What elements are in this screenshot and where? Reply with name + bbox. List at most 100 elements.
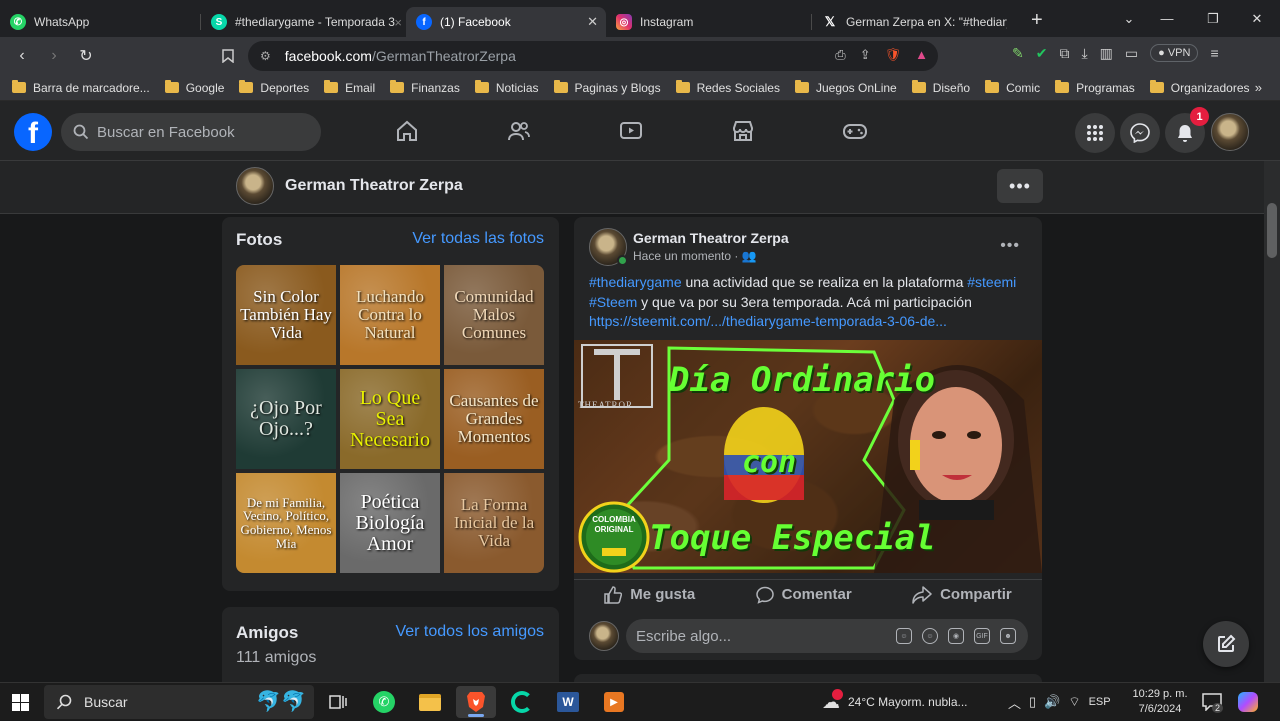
whatsapp-taskbar-icon[interactable]: ✆ [364, 686, 404, 718]
emoji-icon[interactable]: ☺ [922, 628, 938, 644]
search-input[interactable] [97, 123, 297, 141]
tab-instagram[interactable]: ◎ Instagram [606, 7, 811, 37]
hashtag-link[interactable]: #thediarygame [589, 274, 682, 290]
bookmark-folder[interactable]: Paginas y Blogs [553, 80, 661, 95]
steem-app-icon[interactable] [502, 686, 542, 718]
brave-browser-icon[interactable] [456, 686, 496, 718]
word-icon[interactable]: W [548, 686, 588, 718]
photo-thumbnail[interactable]: Comunidad Malos Comunes [444, 265, 544, 365]
media-player-icon[interactable]: ▶ [594, 686, 634, 718]
tab-x[interactable]: 𝕏 German Zerpa en X: "#thediaryg [812, 7, 1017, 37]
post-options-button[interactable]: ••• [1000, 237, 1020, 255]
sticker-icon[interactable]: ☻ [1000, 628, 1016, 644]
menu-icon[interactable]: ≡ [1210, 45, 1218, 61]
notifications-icon[interactable]: 1 [1165, 107, 1209, 153]
bookmark-folder[interactable]: Redes Sociales [675, 80, 780, 95]
clock[interactable]: 10:29 p. m. 7/6/2024 [1130, 683, 1190, 721]
bookmark-folder[interactable]: Programas [1055, 80, 1135, 95]
avatar[interactable] [236, 167, 274, 205]
minimize-icon[interactable]: — [1144, 0, 1190, 37]
wallet-icon[interactable]: ▭ [1125, 45, 1138, 62]
install-app-icon[interactable]: ⎙ [835, 47, 845, 63]
bookmark-folder[interactable]: Email [324, 80, 375, 95]
bookmark-folder[interactable]: Finanzas [390, 80, 460, 95]
battery-icon[interactable]: ▯ [1029, 694, 1036, 710]
like-button[interactable]: Me gusta [604, 585, 695, 604]
photo-thumbnail[interactable]: Causantes de Grandes Momentos [444, 369, 544, 469]
speaker-icon[interactable]: 🔊 [1044, 694, 1060, 710]
post-image[interactable]: THEATROR Día Ordinario con Toque Especia… [574, 340, 1042, 573]
brave-shields-icon[interactable]: 🛡 [885, 47, 902, 63]
comment-button[interactable]: Comentar [755, 586, 852, 604]
new-message-button[interactable] [1203, 621, 1249, 667]
photo-thumbnail[interactable]: ¿Ojo Por Ojo...? [236, 369, 336, 469]
bookmark-folder[interactable]: Noticias [474, 80, 539, 95]
tab-facebook[interactable]: f (1) Facebook ✕ [406, 7, 606, 37]
new-tab-icon[interactable]: + [1031, 9, 1043, 32]
see-all-photos-link[interactable]: Ver todas las fotos [412, 230, 544, 248]
comment-box[interactable]: ☺ ☺ ◉ GIF ☻ [626, 619, 1028, 653]
taskbar-search[interactable]: Buscar 🐬🐬 [44, 685, 314, 719]
download-icon[interactable]: ⤓ [1081, 45, 1087, 62]
photo-thumbnail[interactable]: Lo Que Sea Necesario [340, 369, 440, 469]
marketplace-icon[interactable] [723, 111, 763, 151]
photo-thumbnail[interactable]: Poética Biología Amor [340, 473, 440, 573]
bookmark-folder[interactable]: Organizadores [1149, 80, 1250, 95]
audience-friends-icon[interactable]: 👥 [742, 249, 757, 263]
photo-thumbnail[interactable]: Sin Color También Hay Vida [236, 265, 336, 365]
bookmarks-overflow-button[interactable]: » [1255, 80, 1262, 95]
avatar-sticker-icon[interactable]: ☺ [896, 628, 912, 644]
brave-rewards-icon[interactable]: ▲ [915, 47, 928, 63]
account-avatar[interactable] [1211, 113, 1249, 151]
bookmark-folder[interactable]: Deportes [239, 80, 309, 95]
facebook-logo[interactable]: f [14, 113, 52, 151]
forward-icon[interactable]: › [38, 40, 70, 72]
bookmark-folder[interactable]: Google [164, 80, 224, 95]
facebook-search[interactable] [61, 113, 321, 151]
tab-whatsapp[interactable]: ✆ WhatsApp [0, 7, 200, 37]
menu-grid-icon[interactable] [1075, 113, 1115, 153]
photo-thumbnail[interactable]: Luchando Contra lo Natural [340, 265, 440, 365]
sidebar-icon[interactable]: ▥ [1100, 45, 1113, 62]
wifi-icon[interactable]: ⌔ [1068, 694, 1080, 710]
friends-icon[interactable] [499, 111, 539, 151]
share-button[interactable]: Compartir [912, 585, 1012, 604]
commenter-avatar[interactable] [589, 621, 619, 651]
bookmark-icon[interactable] [212, 40, 244, 72]
file-explorer-icon[interactable] [410, 686, 450, 718]
see-all-friends-link[interactable]: Ver todos los amigos [395, 623, 544, 641]
windows-start-icon[interactable] [12, 694, 29, 716]
tab-steemit[interactable]: S #thediarygame - Temporada 3 - × [201, 7, 406, 37]
extensions-puzzle-icon[interactable]: ⧉ [1059, 45, 1069, 62]
close-icon[interactable]: × [394, 15, 402, 30]
profile-name[interactable]: German Theatror Zerpa [285, 177, 463, 195]
scrollbar-thumb[interactable] [1267, 203, 1277, 258]
hashtag-link[interactable]: #Steem [589, 294, 637, 310]
language-indicator[interactable]: ESP [1089, 696, 1111, 708]
camera-icon[interactable]: ◉ [948, 628, 964, 644]
more-options-button[interactable]: ••• [997, 169, 1043, 203]
home-icon[interactable] [387, 111, 427, 151]
page-scrollbar[interactable] [1264, 161, 1280, 682]
vpn-button[interactable]: ● VPN [1150, 44, 1199, 62]
site-info-icon[interactable]: ⚙ [260, 49, 271, 63]
bookmark-folder[interactable]: Diseño [911, 80, 970, 95]
security-shield-icon[interactable]: ✔ [1036, 45, 1048, 62]
video-icon[interactable] [611, 111, 651, 151]
share-icon[interactable]: ⇪ [860, 47, 871, 63]
reload-icon[interactable]: ↻ [70, 40, 102, 72]
weather-widget[interactable]: ☁ 24°C Mayorm. nubla... [822, 683, 968, 721]
bookmark-folder[interactable]: Barra de marcadore... [12, 80, 150, 95]
post-author[interactable]: German Theatror Zerpa [633, 230, 789, 246]
back-icon[interactable]: ‹ [6, 40, 38, 72]
extension-icon[interactable]: ✎ [1012, 45, 1024, 62]
bookmark-folder[interactable]: Comic [985, 80, 1040, 95]
photo-thumbnail[interactable]: La Forma Inicial de la Vida [444, 473, 544, 573]
bookmark-folder[interactable]: Juegos OnLine [794, 80, 897, 95]
photo-thumbnail[interactable]: De mi Familia, Vecino, Político, Gobiern… [236, 473, 336, 573]
gaming-icon[interactable] [835, 111, 875, 151]
task-view-icon[interactable] [318, 686, 358, 718]
notification-center-icon[interactable]: 2 [1202, 683, 1224, 721]
copilot-icon[interactable] [1238, 683, 1258, 721]
messenger-icon[interactable] [1120, 113, 1160, 153]
